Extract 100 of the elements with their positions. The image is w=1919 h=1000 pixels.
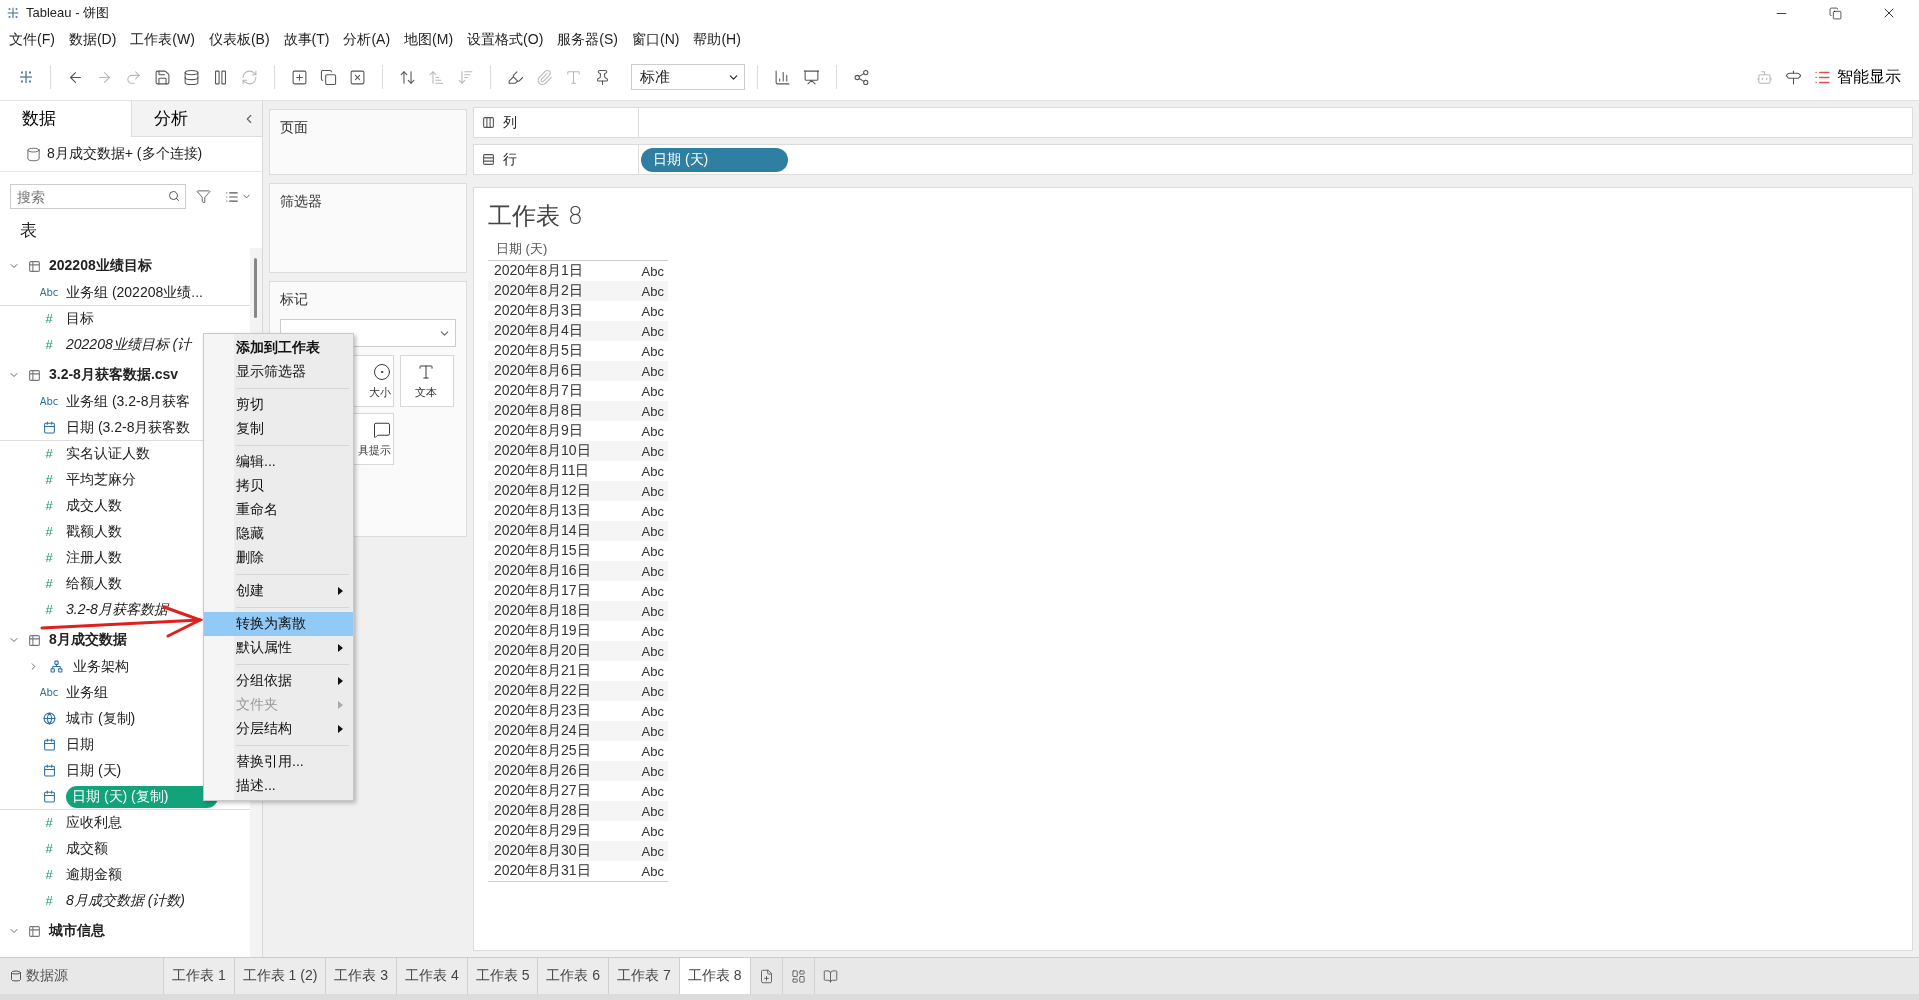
menu-item[interactable]: 窗口(N): [625, 31, 687, 49]
table-name[interactable]: 202208业绩目标: [49, 257, 152, 275]
context-menu-item[interactable]: 替换引用...: [204, 750, 353, 774]
sheet-tab[interactable]: 工作表 6: [537, 958, 609, 994]
bar-chart-icon[interactable]: [774, 68, 791, 86]
table-cell-text: 2020年8月23日: [493, 702, 592, 720]
number-type-icon: #: [45, 867, 53, 882]
table-cell-text: 2020年8月12日: [493, 482, 592, 500]
duplicate-icon[interactable]: [320, 68, 337, 86]
table-cell-text: Abc: [641, 803, 665, 819]
field-item[interactable]: 应收利息: [66, 811, 122, 834]
save-icon[interactable]: [154, 68, 171, 86]
search-field[interactable]: 搜索: [10, 184, 186, 209]
sheet-tab[interactable]: 工作表 1: [163, 958, 234, 994]
menu-item[interactable]: 数据(D): [61, 31, 124, 49]
field-item[interactable]: 成交额: [66, 837, 108, 860]
table-cell-text: Abc: [641, 843, 665, 859]
number-type-icon: #: [45, 498, 53, 513]
context-menu-item[interactable]: 转换为离散: [204, 612, 353, 636]
menu-item[interactable]: 文件(F): [2, 31, 62, 49]
field-item[interactable]: 注册人数: [66, 546, 122, 569]
menu-item[interactable]: 分析(A): [336, 31, 398, 49]
table-cell-text: 2020年8月8日: [493, 402, 584, 420]
sheet-tab[interactable]: 工作表 7: [608, 958, 679, 994]
share-icon[interactable]: [853, 68, 870, 86]
data-source-name[interactable]: 8月成交数据+ (多个连接): [47, 145, 203, 163]
field-item[interactable]: 日期 (3.2-8月获客数: [66, 416, 191, 439]
database-icon[interactable]: [183, 68, 200, 86]
sheet-tab[interactable]: 工作表 5: [466, 958, 538, 994]
field-item[interactable]: 业务组 (202208业绩...: [66, 281, 203, 304]
field-item[interactable]: 业务架构: [73, 655, 129, 678]
field-item[interactable]: 成交人数: [66, 494, 122, 517]
new-sheet-icon[interactable]: [291, 68, 308, 86]
field-item[interactable]: 202208业绩目标 (计: [66, 333, 192, 356]
context-menu-item[interactable]: 创建: [204, 579, 353, 603]
table-cell-text: 2020年8月6日: [493, 362, 584, 380]
field-item[interactable]: 日期: [66, 733, 94, 756]
table-cell-text: Abc: [641, 603, 665, 619]
table-cell-text: 2020年8月9日: [493, 422, 584, 440]
context-menu-item[interactable]: 拷贝: [204, 474, 353, 498]
table-cell-text: 2020年8月2日: [493, 282, 584, 300]
marks-button[interactable]: 文本: [400, 355, 454, 407]
sheet-tab[interactable]: 工作表 1 (2): [233, 958, 326, 994]
field-item[interactable]: 业务组: [66, 681, 108, 704]
pane-tab[interactable]: 分析: [130, 101, 262, 137]
field-item[interactable]: 业务组 (3.2-8月获客: [66, 390, 191, 413]
menu-item[interactable]: 帮助(H): [686, 31, 748, 49]
field-item[interactable]: 给额人数: [66, 572, 122, 595]
table-cell-text: 2020年8月4日: [493, 322, 584, 340]
hierarchy-icon: [49, 660, 63, 673]
table-cell-text: Abc: [641, 303, 665, 319]
signpost-icon[interactable]: [1785, 68, 1802, 86]
context-menu-item[interactable]: 重命名: [204, 498, 353, 522]
field-pill[interactable]: 日期 (天): [641, 147, 789, 172]
sheet-tab[interactable]: 工作表 3: [325, 958, 397, 994]
field-item[interactable]: 实名认证人数: [66, 442, 150, 465]
context-menu-item[interactable]: 默认属性: [204, 636, 353, 660]
field-item[interactable]: 日期 (天): [66, 759, 122, 782]
pause-icon[interactable]: [212, 68, 229, 86]
fit-dropdown[interactable]: 标准: [631, 64, 745, 90]
field-item[interactable]: 城市 (复制): [66, 707, 136, 730]
context-menu-item[interactable]: 隐藏: [204, 522, 353, 546]
field-item[interactable]: 8月成交数据 (计数): [66, 889, 185, 912]
table-cell-text: 2020年8月31日: [493, 862, 592, 880]
show-me-button[interactable]: 智能显示: [1810, 64, 1905, 90]
menu-item[interactable]: 设置格式(O): [460, 31, 551, 49]
context-menu-item[interactable]: 删除: [204, 546, 353, 570]
field-item[interactable]: 目标: [66, 307, 94, 330]
table-name[interactable]: 城市信息: [49, 922, 105, 940]
menu-item[interactable]: 地图(M): [397, 31, 461, 49]
table-name[interactable]: 3.2-8月获客数据.csv: [49, 366, 179, 384]
highlighter-icon[interactable]: [507, 68, 524, 86]
context-menu-item[interactable]: 分组依据: [204, 669, 353, 693]
calendar-icon: [42, 790, 56, 803]
number-type-icon: #: [45, 550, 53, 565]
menu-item[interactable]: 服务器(S): [550, 31, 625, 49]
swap-icon[interactable]: [399, 68, 416, 86]
table-name[interactable]: 8月成交数据: [49, 631, 127, 649]
context-menu-item[interactable]: 分层结构: [204, 717, 353, 741]
scrollbar-thumb[interactable]: [254, 258, 257, 318]
list-view-icon[interactable]: [225, 189, 239, 204]
presentation-icon[interactable]: [803, 68, 820, 86]
pin-icon[interactable]: [594, 68, 611, 86]
menu-item[interactable]: 工作表(W): [123, 31, 202, 49]
paperclip-icon[interactable]: [536, 68, 553, 86]
sheet-tab[interactable]: 工作表 4: [396, 958, 467, 994]
menu-item[interactable]: 故事(T): [276, 31, 337, 49]
table-cell-text: 2020年8月16日: [493, 562, 592, 580]
clear-sheet-icon[interactable]: [349, 68, 366, 86]
calendar-icon: [42, 421, 56, 434]
data-source-tab[interactable]: 数据源: [0, 958, 163, 994]
table-cell-text: Abc: [641, 723, 665, 739]
restore-icon[interactable]: [1828, 6, 1842, 20]
field-item[interactable]: 平均芝麻分: [66, 468, 136, 491]
sheet-tab[interactable]: 工作表 8: [678, 958, 750, 994]
field-item[interactable]: 逾期金额: [66, 863, 122, 886]
menu-item[interactable]: 仪表板(B): [201, 31, 277, 49]
table-cell-text: 2020年8月13日: [493, 502, 592, 520]
filter-icon[interactable]: [196, 189, 211, 204]
field-item[interactable]: 戳额人数: [66, 520, 122, 543]
